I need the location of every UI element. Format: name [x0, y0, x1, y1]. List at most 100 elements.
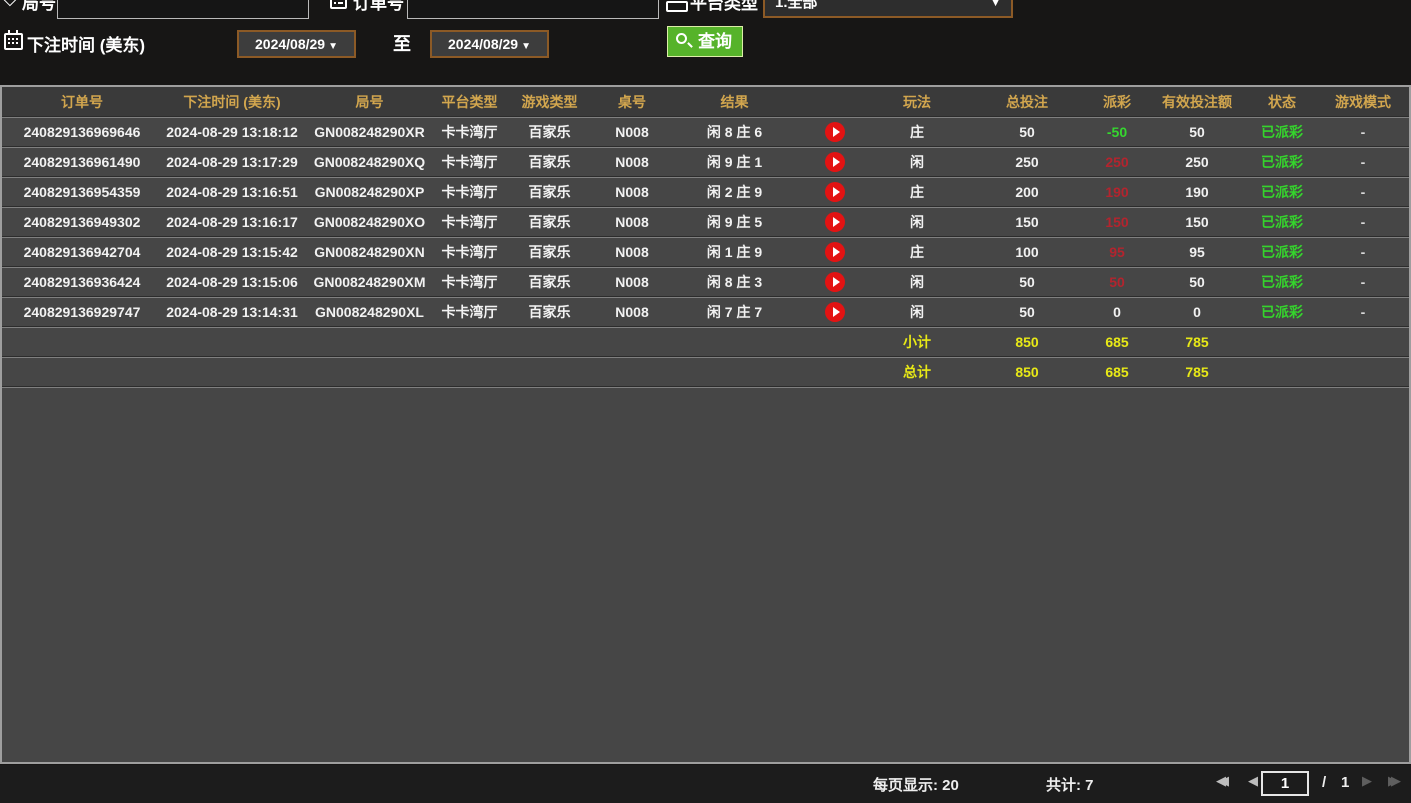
- cell-valid-bet: 95: [1147, 237, 1247, 268]
- total-row-label: 总计: [867, 357, 967, 388]
- order-number-input[interactable]: [407, 0, 659, 19]
- table-row: 240829136949302 2024-08-29 13:16:17 GN0082…: [2, 207, 1409, 238]
- cell-table-no: N008: [597, 147, 667, 178]
- cell-platform: 卡卡湾厅: [437, 117, 502, 148]
- replay-video-icon[interactable]: [824, 152, 845, 172]
- empty-cell: [502, 357, 597, 388]
- cell-game-type: 百家乐: [502, 207, 597, 238]
- cell-game-type: 百家乐: [502, 117, 597, 148]
- cell-round-id: GN008248290XP: [302, 177, 437, 208]
- platform-type-select[interactable]: 1.全部 ▼: [763, 0, 1013, 18]
- cell-table-no: N008: [597, 237, 667, 268]
- empty-cell: [1247, 357, 1317, 388]
- cell-order-id: 240829136942704: [2, 237, 162, 268]
- subtotal-row-payout: 685: [1087, 327, 1147, 358]
- cell-total-bet: 150: [967, 207, 1087, 238]
- cell-result: 闲 1 庄 9: [667, 237, 802, 268]
- date-to-picker[interactable]: 2024/08/29 ▼: [430, 30, 549, 58]
- first-page-button[interactable]: ◀◀: [1216, 773, 1228, 789]
- results-panel: 订单号 下注时间 (美东) 局号 平台类型 游戏类型 桌号 结果 玩法 总投注 派彩 有效投注额 状态…: [0, 85, 1411, 764]
- cell-result: 闲 8 庄 6: [667, 117, 802, 148]
- cell-bet-type: 庄: [867, 237, 967, 268]
- table-body: 240829136969646 2024-08-29 13:18:12 GN0082…: [2, 117, 1409, 388]
- table-row: 240829136961490 2024-08-29 13:17:29 GN0082…: [2, 147, 1409, 178]
- empty-cell: [1317, 327, 1409, 358]
- empty-cell: [302, 327, 437, 358]
- cell-status: 已派彩: [1247, 267, 1317, 298]
- chevron-down-icon: ▼: [328, 41, 338, 52]
- cell-payout: -50: [1087, 117, 1147, 148]
- cell-play: [802, 147, 867, 178]
- cell-game-mode: -: [1317, 177, 1409, 208]
- cell-status: 已派彩: [1247, 147, 1317, 178]
- per-page-label: 每页显示: 20: [873, 777, 959, 794]
- cell-status: 已派彩: [1247, 297, 1317, 328]
- cell-result: 闲 9 庄 5: [667, 207, 802, 238]
- empty-cell: [502, 327, 597, 358]
- replay-video-icon[interactable]: [824, 302, 845, 322]
- subtotal-row-label: 小计: [867, 327, 967, 358]
- cell-play: [802, 297, 867, 328]
- cell-platform: 卡卡湾厅: [437, 207, 502, 238]
- cell-platform: 卡卡湾厅: [437, 297, 502, 328]
- empty-cell: [1247, 327, 1317, 358]
- cell-valid-bet: 0: [1147, 297, 1247, 328]
- round-number-label: 局号: [22, 0, 56, 13]
- cell-bet-type: 闲: [867, 207, 967, 238]
- replay-video-icon[interactable]: [824, 212, 845, 232]
- cell-valid-bet: 50: [1147, 267, 1247, 298]
- date-from-value: 2024/08/29: [255, 36, 326, 52]
- page-number-input[interactable]: [1261, 771, 1309, 796]
- replay-video-icon[interactable]: [824, 122, 845, 142]
- round-number-input[interactable]: [57, 0, 309, 19]
- cell-bet-type: 闲: [867, 147, 967, 178]
- column-header: 下注时间 (美东): [162, 87, 302, 118]
- cell-round-id: GN008248290XL: [302, 297, 437, 328]
- chevron-down-icon: ▼: [990, 0, 1001, 9]
- column-header: [802, 87, 867, 118]
- cell-bet-type: 庄: [867, 177, 967, 208]
- cell-result: 闲 7 庄 7: [667, 297, 802, 328]
- order-number-label: 订单号: [353, 0, 404, 13]
- cell-game-type: 百家乐: [502, 237, 597, 268]
- cell-total-bet: 250: [967, 147, 1087, 178]
- cell-total-bet: 100: [967, 237, 1087, 268]
- date-from-picker[interactable]: 2024/08/29 ▼: [237, 30, 356, 58]
- empty-cell: [302, 357, 437, 388]
- cell-order-id: 240829136954359: [2, 177, 162, 208]
- column-header: 游戏模式: [1317, 87, 1409, 118]
- bet-time-label: 下注时间 (美东): [27, 36, 146, 55]
- cell-game-type: 百家乐: [502, 177, 597, 208]
- empty-cell: [667, 327, 802, 358]
- subtotal-row-valid-bet: 785: [1147, 327, 1247, 358]
- pagination-bar: 每页显示: 20 共计: 7 ◀◀ ◀ / 1 ▶ ▶▶: [0, 765, 1411, 803]
- round-number-icon: ◇: [3, 0, 17, 9]
- cell-platform: 卡卡湾厅: [437, 267, 502, 298]
- empty-cell: [802, 327, 867, 358]
- bet-records-table: 订单号 下注时间 (美东) 局号 平台类型 游戏类型 桌号 结果 玩法 总投注 派彩 有效投注额 状态…: [2, 87, 1409, 388]
- query-button-label: 查询: [698, 32, 732, 51]
- replay-video-icon[interactable]: [824, 182, 845, 202]
- cell-total-bet: 50: [967, 267, 1087, 298]
- empty-cell: [667, 357, 802, 388]
- last-page-button[interactable]: ▶▶: [1388, 773, 1400, 789]
- empty-cell: [597, 357, 667, 388]
- empty-cell: [802, 357, 867, 388]
- page-separator: /: [1322, 774, 1327, 791]
- cell-game-type: 百家乐: [502, 297, 597, 328]
- cell-order-id: 240829136936424: [2, 267, 162, 298]
- cell-payout: 0: [1087, 297, 1147, 328]
- subtotal-row-total-bet: 850: [967, 327, 1087, 358]
- cell-bet-time: 2024-08-29 13:15:06: [162, 267, 302, 298]
- total-row-payout: 685: [1087, 357, 1147, 388]
- query-button[interactable]: 查询: [667, 26, 743, 57]
- cell-total-bet: 200: [967, 177, 1087, 208]
- cell-game-type: 百家乐: [502, 267, 597, 298]
- column-header: 派彩: [1087, 87, 1147, 118]
- replay-video-icon[interactable]: [824, 272, 845, 292]
- replay-video-icon[interactable]: [824, 242, 845, 262]
- empty-cell: [437, 357, 502, 388]
- cell-bet-type: 闲: [867, 267, 967, 298]
- cell-table-no: N008: [597, 177, 667, 208]
- cell-order-id: 240829136929747: [2, 297, 162, 328]
